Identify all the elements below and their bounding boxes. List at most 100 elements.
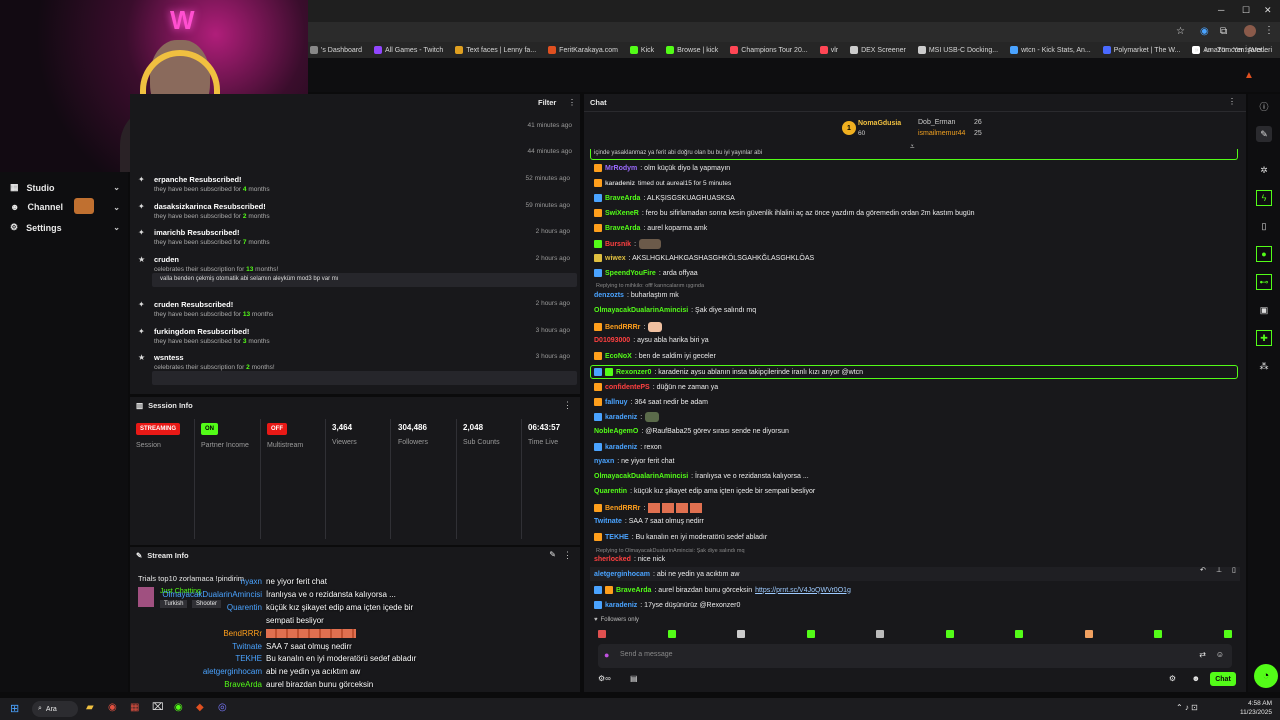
delete-icon[interactable]: ▯ [1232, 566, 1236, 574]
maximize-icon[interactable]: ☐ [1242, 5, 1250, 16]
star-icon: ★ [138, 255, 146, 264]
menu-icon[interactable]: ⋮ [1264, 25, 1274, 36]
media-icon[interactable]: ▣ [1256, 302, 1272, 318]
chevron-down-icon: ⌄ [113, 183, 120, 192]
broadcast-icon[interactable]: ⊷ [1256, 274, 1272, 290]
close-icon[interactable]: ✕ [1264, 5, 1272, 16]
bookmark[interactable]: All Games - Twitch [374, 46, 443, 54]
rank-badge: 1 [842, 121, 856, 135]
wrench-icon[interactable]: ✚ [1256, 330, 1272, 346]
bookmark[interactable]: Browse | kick [666, 46, 718, 54]
emote [639, 239, 662, 249]
bookmark[interactable]: Polymarket | The W... [1102, 46, 1180, 54]
chat-message: Quarentin: küçük kız şikayet edip ama iç… [594, 488, 816, 495]
sidebar: ▦ Studio ⌄ ☻ Channel ⌄ ⚙ Settings ⌄ [0, 172, 128, 692]
sidebar-item-settings[interactable]: ⚙ Settings ⌄ [10, 222, 120, 233]
sparkle-icon: ✦ [138, 300, 145, 309]
profile-avatar[interactable] [1244, 25, 1256, 37]
app-icon[interactable]: ▦ [130, 702, 139, 713]
bookmark[interactable]: 's Dashboard [310, 46, 362, 54]
windows-start-icon[interactable]: ⊞ [10, 702, 19, 715]
app-icon[interactable]: ⌧ [152, 702, 164, 713]
chat-message: SwiXeneR: fero bu sifirlamadan sonra kes… [594, 209, 975, 217]
discord-icon[interactable]: ◎ [218, 702, 227, 713]
pin-icon[interactable]: ⊥ [1216, 566, 1222, 574]
microphone-icon[interactable]: ● [604, 650, 609, 660]
chat-message: BendRRRr: [594, 503, 705, 513]
filter-button[interactable]: Filter [538, 98, 556, 107]
bookmark[interactable]: vlr [819, 46, 838, 54]
chat-message: EcoNoX: ben de saldim iyi geceler [594, 352, 716, 360]
status-badge: OFF [267, 423, 287, 435]
followers-only-notice: ♥ Followers only [594, 617, 639, 623]
reply-context: Replying to mihkilo: offf karıncalarım ı… [596, 283, 705, 289]
bookmark[interactable]: DEX Screener [850, 46, 906, 54]
sparkle-icon: ✦ [138, 175, 145, 184]
chat-title: Chat [590, 98, 607, 107]
chat-message: BendRRRr: [594, 322, 663, 332]
info-icon[interactable]: ⓘ [1256, 98, 1272, 114]
chat-message: TEKHE: Bu kanalın en iyi moderatörü sede… [594, 533, 767, 541]
kebab-menu-icon[interactable]: ⋮ [563, 400, 572, 411]
folder-icon[interactable]: ▰ [86, 702, 94, 713]
overlay-username: Quarentin [226, 603, 262, 612]
all-bookmarks-link[interactable]: Tüm Yer İşaretleri [1217, 47, 1272, 54]
sparkle-icon: ✦ [138, 228, 145, 237]
activity-row: ★ wsntess celebrates their subscription … [138, 353, 578, 387]
extension-icon[interactable]: ◉ [1200, 26, 1209, 37]
grid-icon: ▦ [10, 182, 19, 192]
bookmark[interactable]: FeritKarakaya.com [548, 46, 618, 54]
chevron-down-icon: ⌄ [113, 223, 120, 232]
tray-icons[interactable]: ⌃ ♪ ⊡ [1176, 703, 1198, 712]
bookmark[interactable]: Champions Tour 20... [730, 46, 808, 54]
notification-icon[interactable]: ▲ [1244, 70, 1254, 81]
chat-message: wiwex: AKSLHGKLAHKGASHASGHKÖLSGAHKĞLASGH… [594, 254, 814, 262]
app-icon[interactable]: ◆ [196, 702, 204, 713]
more-chevron-icon[interactable]: » [1195, 47, 1199, 54]
kebab-menu-icon[interactable]: ⋮ [1228, 97, 1236, 106]
chat-message: BraveArda: ALKŞISGSKUAGHUASKSA [594, 194, 735, 202]
leaderboard-name[interactable]: Dob_Erman [918, 119, 955, 126]
calendar-icon[interactable]: ▤ [630, 674, 638, 683]
bookmark[interactable]: Text faces | Lenny fa... [455, 46, 536, 54]
taskbar: ⊞ ⌕ Ara ▰ ◉ ▦ ⌧ ◉ ◆ ◎ ⌃ ♪ ⊡ 4:58 AM 11/23… [0, 698, 1280, 720]
chat-input[interactable]: ● Send a message ⇄ ☺ [598, 644, 1232, 668]
support-chat-icon[interactable]: ◔ [1254, 664, 1278, 688]
bolt-icon[interactable]: ϟ [1256, 190, 1272, 206]
puzzle-icon[interactable]: ⧉ [1220, 26, 1227, 37]
chat-link[interactable]: https://prnt.sc/V4JoQWVr0O1g [755, 587, 851, 594]
sidebar-item-studio[interactable]: ▦ Studio ⌄ [10, 182, 120, 193]
minimize-icon[interactable]: ─ [1218, 5, 1224, 15]
chat-message: OlmayacakDualarinAmincisi: Şak diye salı… [594, 307, 757, 314]
chat-message: SpeendYouFire: arda offyaa [594, 269, 698, 277]
settings-icon[interactable]: ⚙ [1169, 674, 1176, 683]
kebab-menu-icon[interactable]: ⋮ [568, 98, 576, 107]
chat-bubble-icon[interactable]: ● [1256, 246, 1272, 262]
spotify-icon[interactable]: ◉ [174, 702, 183, 713]
emote-strip [598, 630, 1232, 640]
edit-icon[interactable]: ✎ [549, 550, 556, 559]
chat-send-button[interactable]: Chat [1210, 672, 1236, 686]
taskbar-search[interactable]: ⌕ Ara [32, 701, 78, 717]
chart-icon: ▥ [136, 401, 144, 410]
leaderboard-name[interactable]: NomaGdusia [858, 120, 901, 127]
reply-icon[interactable]: ↶ [1200, 566, 1206, 574]
user-icon: ☻ [10, 202, 20, 212]
bookmark[interactable]: MSI USB-C Docking... [917, 46, 998, 54]
bookmark[interactable]: wtcn - Kick Stats, An... [1010, 46, 1091, 54]
people-icon[interactable]: ⁂ [1256, 358, 1272, 374]
pencil-icon[interactable]: ✎ [1256, 126, 1272, 142]
bookmark[interactable]: Kick [629, 46, 654, 54]
users-icon[interactable]: ☻ [1192, 674, 1200, 683]
star-icon[interactable]: ☆ [1176, 26, 1185, 37]
chat-system-message: karadeniz timed out aureal15 for 5 minut… [594, 179, 731, 187]
sidebar-item-channel[interactable]: ☻ Channel ⌄ [10, 202, 120, 212]
emoji-icon[interactable]: ☺ [1216, 650, 1224, 659]
chrome-icon[interactable]: ◉ [108, 702, 117, 713]
leaderboard-name[interactable]: ismailmemur44 [918, 130, 965, 137]
translate-icon[interactable]: ⇄ [1199, 650, 1206, 659]
document-icon[interactable]: ▯ [1256, 218, 1272, 234]
gear-icon[interactable]: ✲ [1256, 162, 1272, 178]
kebab-menu-icon[interactable]: ⋮ [563, 550, 572, 561]
tools-icon[interactable]: ⚙∞ [598, 674, 611, 683]
